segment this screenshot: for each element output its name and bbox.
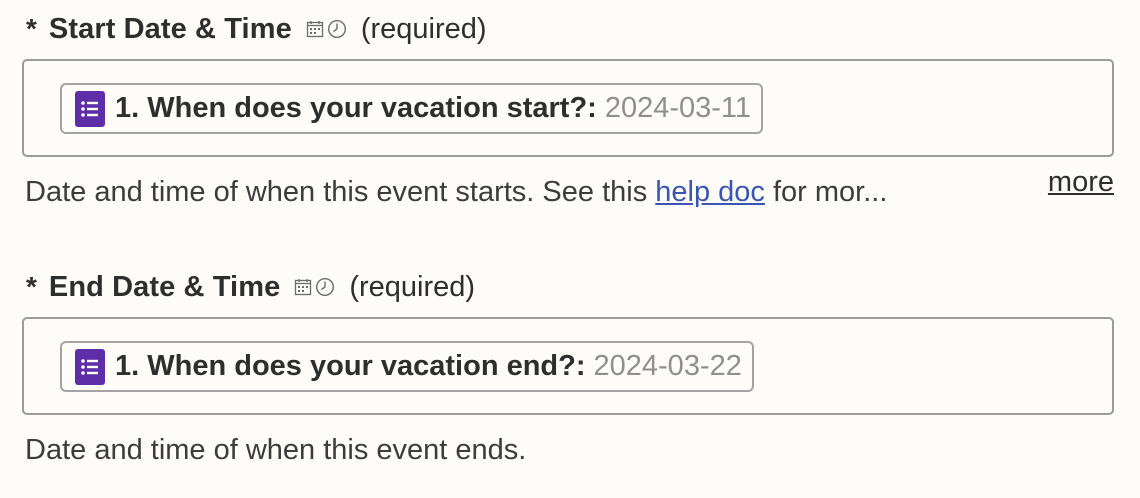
start-date-time-help: Date and time of when this event starts.… <box>22 166 1114 212</box>
help-text-prefix: Date and time of when this event starts.… <box>25 175 656 208</box>
pill-sample-value: 2024-03-22 <box>593 350 742 382</box>
end-date-time-help: Date and time of when this event ends. <box>22 430 1114 470</box>
more-link[interactable]: more <box>1048 166 1114 199</box>
mapped-field-pill[interactable]: 1. When does your vacation end?: 2024-03… <box>60 341 754 392</box>
start-date-time-input[interactable]: 1. When does your vacation start?: 2024-… <box>22 59 1114 157</box>
start-date-time-field: * Start Date & Time (required) 1. When d… <box>22 8 1114 212</box>
clock-icon <box>327 19 346 39</box>
calendar-icon <box>295 279 312 296</box>
end-date-time-field: * End Date & Time (required) 1. When doe… <box>22 266 1114 470</box>
google-forms-icon <box>75 90 105 127</box>
start-date-time-label-row: * Start Date & Time (required) <box>22 8 1114 50</box>
help-doc-link[interactable]: help doc <box>655 176 765 208</box>
required-asterisk: * <box>26 13 37 44</box>
end-date-time-label: End Date & Time <box>48 270 281 303</box>
required-asterisk: * <box>26 271 37 302</box>
help-text-suffix: for mor... <box>764 175 888 208</box>
end-date-time-input[interactable]: 1. When does your vacation end?: 2024-03… <box>22 317 1114 415</box>
start-date-time-label: Start Date & Time <box>48 12 292 45</box>
google-forms-icon <box>75 348 105 385</box>
end-date-time-label-row: * End Date & Time (required) <box>22 266 1114 308</box>
pill-question-label: 1. When does your vacation start?: <box>115 92 597 124</box>
required-indicator: (required) <box>349 270 476 303</box>
clock-icon <box>316 277 335 297</box>
pill-question-label: 1. When does your vacation end?: <box>115 350 586 382</box>
required-indicator: (required) <box>360 12 487 45</box>
date-time-type-icons <box>294 277 335 297</box>
pill-sample-value: 2024-03-11 <box>604 92 752 124</box>
calendar-icon <box>306 21 323 38</box>
date-time-type-icons <box>306 19 347 39</box>
help-description: Date and time of when this event ends. <box>25 433 527 466</box>
mapped-field-pill[interactable]: 1. When does your vacation start?: 2024-… <box>60 83 764 134</box>
help-description: Date and time of when this event starts.… <box>22 176 887 209</box>
